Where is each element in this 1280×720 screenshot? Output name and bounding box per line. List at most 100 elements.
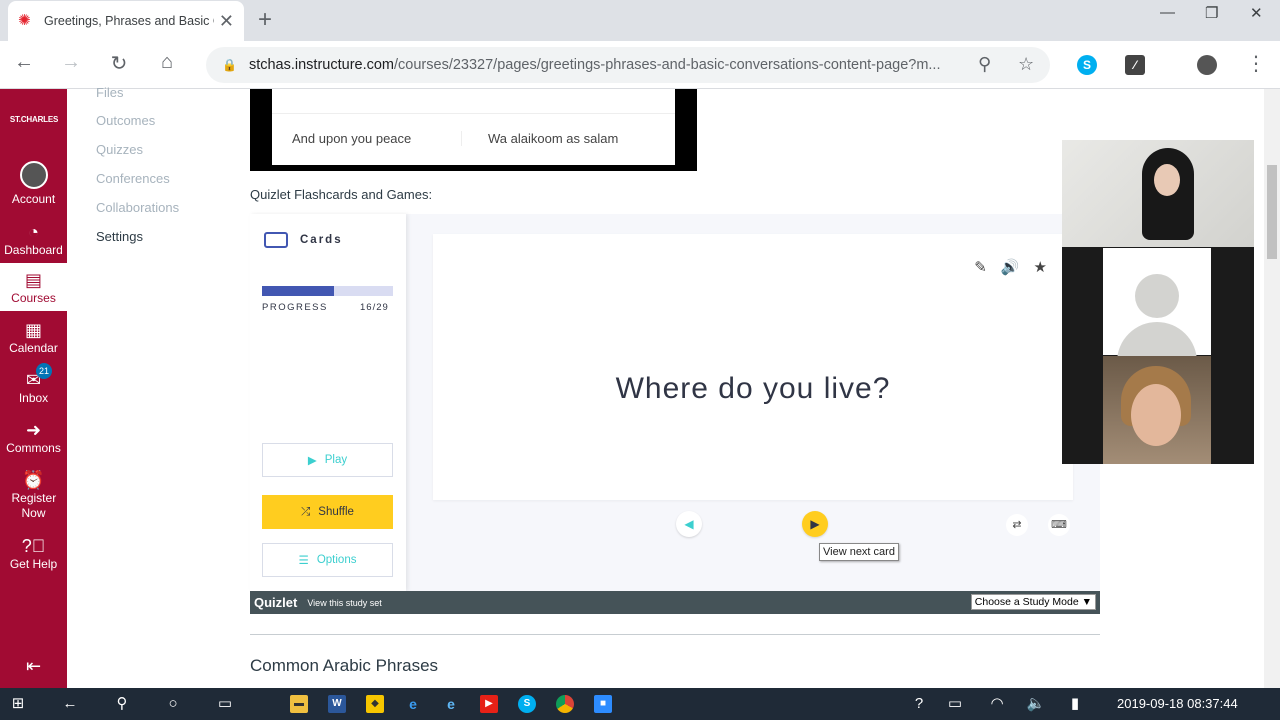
nav-calendar-label: Calendar — [9, 341, 58, 355]
minimize-icon[interactable]: — — [1160, 4, 1175, 21]
shuffle-label: Shuffle — [318, 506, 354, 518]
volume-icon[interactable]: 🔈 — [1025, 694, 1047, 714]
zoom-app-icon[interactable]: ■ — [594, 695, 612, 713]
alarm-clock-icon: ⏰ — [22, 470, 45, 490]
taskbar-search-icon[interactable]: ⚲ — [111, 694, 133, 714]
extension-icon[interactable]: ⁄ — [1125, 55, 1145, 75]
quizlet-brand[interactable]: Quizlet — [254, 595, 297, 610]
home-icon[interactable]: ⌂ — [153, 51, 181, 74]
progress-fill — [262, 286, 335, 296]
edge-icon[interactable]: e — [404, 695, 422, 713]
course-nav-collaborations[interactable]: Collaborations — [96, 200, 179, 215]
back-icon[interactable]: ← — [10, 51, 38, 74]
options-label: Options — [316, 554, 357, 566]
nav-register-now[interactable]: ⏰ Register Now — [0, 469, 67, 521]
menu-icon[interactable]: ⋮ — [1242, 51, 1270, 76]
page-scrollbar[interactable] — [1264, 89, 1280, 688]
course-nav-conferences[interactable]: Conferences — [96, 171, 170, 186]
next-card-button[interactable]: ▶ — [802, 511, 828, 537]
close-tab-icon[interactable]: ✕ — [219, 11, 234, 32]
course-nav-quizzes[interactable]: Quizzes — [96, 142, 143, 157]
star-icon[interactable]: ★ — [1034, 258, 1047, 276]
play-icon: ▶ — [307, 455, 317, 467]
nav-help-label: Get Help — [9, 557, 58, 571]
placeholder-avatar-icon — [1135, 274, 1179, 318]
previous-card-button[interactable]: ◀ — [676, 511, 702, 537]
skype-icon[interactable]: S — [518, 695, 536, 713]
cortana-icon[interactable]: ○ — [162, 694, 184, 714]
flashcard[interactable]: ✎ 🔊 ★ Where do you live? — [433, 234, 1073, 500]
course-nav-files[interactable]: Files — [96, 85, 123, 100]
nav-dashboard[interactable]: ◔ Dashboard — [0, 221, 67, 258]
taskbar-clock[interactable]: 2019-09-18 08:37:44 — [1117, 696, 1238, 711]
scrollbar-thumb[interactable] — [1267, 165, 1277, 259]
nav-courses[interactable]: ▤ Courses — [0, 263, 67, 311]
nav-commons[interactable]: ➜ Commons — [0, 419, 67, 456]
new-tab-icon[interactable]: + — [258, 6, 272, 34]
nav-account[interactable]: Account — [0, 161, 67, 207]
keyboard-shortcuts-icon[interactable]: ⌨ — [1048, 514, 1070, 536]
nav-get-help[interactable]: ?⃝ Get Help — [0, 535, 67, 572]
audio-speaker-icon[interactable]: 🔊 — [1001, 258, 1020, 276]
shuffle-button[interactable]: ⤮ Shuffle — [262, 495, 393, 529]
video-call-overlay[interactable] — [1062, 140, 1254, 464]
dashboard-icon: ◔ — [28, 222, 39, 242]
swap-sides-icon[interactable]: ⇄ — [1006, 514, 1028, 536]
nav-courses-label: Courses — [11, 291, 56, 305]
canvas-favicon-icon: ✺ — [18, 12, 31, 29]
options-button[interactable]: ☰ Options — [262, 543, 393, 577]
browser-tab-bar: ✺ Greetings, Phrases and Basic C ✕ + — ❐… — [0, 0, 1280, 41]
chrome-icon[interactable] — [556, 695, 574, 713]
college-logo[interactable]: ST.CHARLES — [4, 115, 64, 124]
play-label: Play — [324, 454, 348, 466]
video-tile-instructor — [1062, 140, 1254, 247]
next-card-tooltip: View next card — [819, 543, 899, 561]
nav-account-label: Account — [11, 192, 56, 206]
mode-label[interactable]: Cards — [300, 234, 343, 246]
address-bar[interactable]: 🔒 stchas.instructure.com/courses/23327/p… — [206, 47, 1050, 83]
student-face — [1131, 384, 1181, 446]
view-study-set-link[interactable]: View this study set — [307, 598, 381, 608]
progress-count: 16/29 — [360, 302, 389, 313]
reload-icon[interactable]: ↻ — [105, 51, 133, 76]
skype-extension-icon[interactable]: S — [1077, 55, 1097, 75]
collapse-nav-icon[interactable]: ⇤ — [0, 657, 67, 675]
video-tile-student — [1103, 356, 1211, 464]
inbox-badge: 21 — [36, 363, 52, 379]
battery-icon[interactable]: ▮ — [1064, 694, 1086, 714]
task-view-icon[interactable]: ▭ — [214, 694, 236, 714]
store-icon[interactable]: ◆ — [366, 695, 384, 713]
nav-inbox-label: Inbox — [18, 391, 49, 405]
zoom-icon[interactable]: ⚲ — [978, 54, 991, 75]
course-nav-outcomes[interactable]: Outcomes — [96, 113, 155, 128]
course-nav-settings[interactable]: Settings — [96, 229, 143, 244]
tablet-tray-icon[interactable]: ▭ — [944, 694, 966, 714]
close-window-icon[interactable]: ✕ — [1250, 4, 1263, 22]
url-path: /courses/23327/pages/greetings-phrases-a… — [394, 57, 941, 73]
forward-icon[interactable]: → — [57, 51, 85, 74]
restore-icon[interactable]: ❐ — [1205, 4, 1218, 22]
nav-calendar[interactable]: ▦ Calendar — [0, 319, 67, 356]
internet-explorer-icon[interactable]: e — [442, 695, 460, 713]
taskbar-back-icon[interactable]: ← — [59, 694, 81, 714]
play-button[interactable]: ▶ Play — [262, 443, 393, 477]
windows-start-icon[interactable]: ⊞ — [7, 694, 29, 714]
youtube-icon[interactable]: ▶ — [480, 695, 498, 713]
edit-pencil-icon[interactable]: ✎ — [974, 258, 987, 276]
profile-avatar[interactable] — [1197, 55, 1217, 75]
bookmark-star-icon[interactable]: ☆ — [1018, 54, 1034, 75]
quizlet-section-label: Quizlet Flashcards and Games: — [250, 187, 433, 202]
study-mode-select[interactable]: Choose a Study Mode ▼ — [970, 594, 1096, 610]
browser-tab[interactable]: ✺ Greetings, Phrases and Basic C ✕ — [8, 1, 244, 41]
nav-inbox[interactable]: ✉ 21 Inbox — [0, 363, 67, 406]
progress-label: PROGRESS — [262, 302, 328, 313]
url-text[interactable]: stchas.instructure.com/courses/23327/pag… — [249, 57, 969, 73]
inbox-icon: ✉ — [25, 370, 42, 390]
courses-icon: ▤ — [24, 270, 42, 290]
wifi-icon[interactable]: ◠ — [986, 694, 1008, 714]
tab-title: Greetings, Phrases and Basic C — [44, 14, 214, 28]
help-tray-icon[interactable]: ? — [908, 694, 930, 714]
file-explorer-icon[interactable]: ▬ — [290, 695, 308, 713]
windows-taskbar: ⊞ ← ⚲ ○ ▭ ▬ W ◆ e e ▶ S ■ ? ▭ ◠ 🔈 ▮ 2019… — [0, 688, 1280, 720]
word-icon[interactable]: W — [328, 695, 346, 713]
